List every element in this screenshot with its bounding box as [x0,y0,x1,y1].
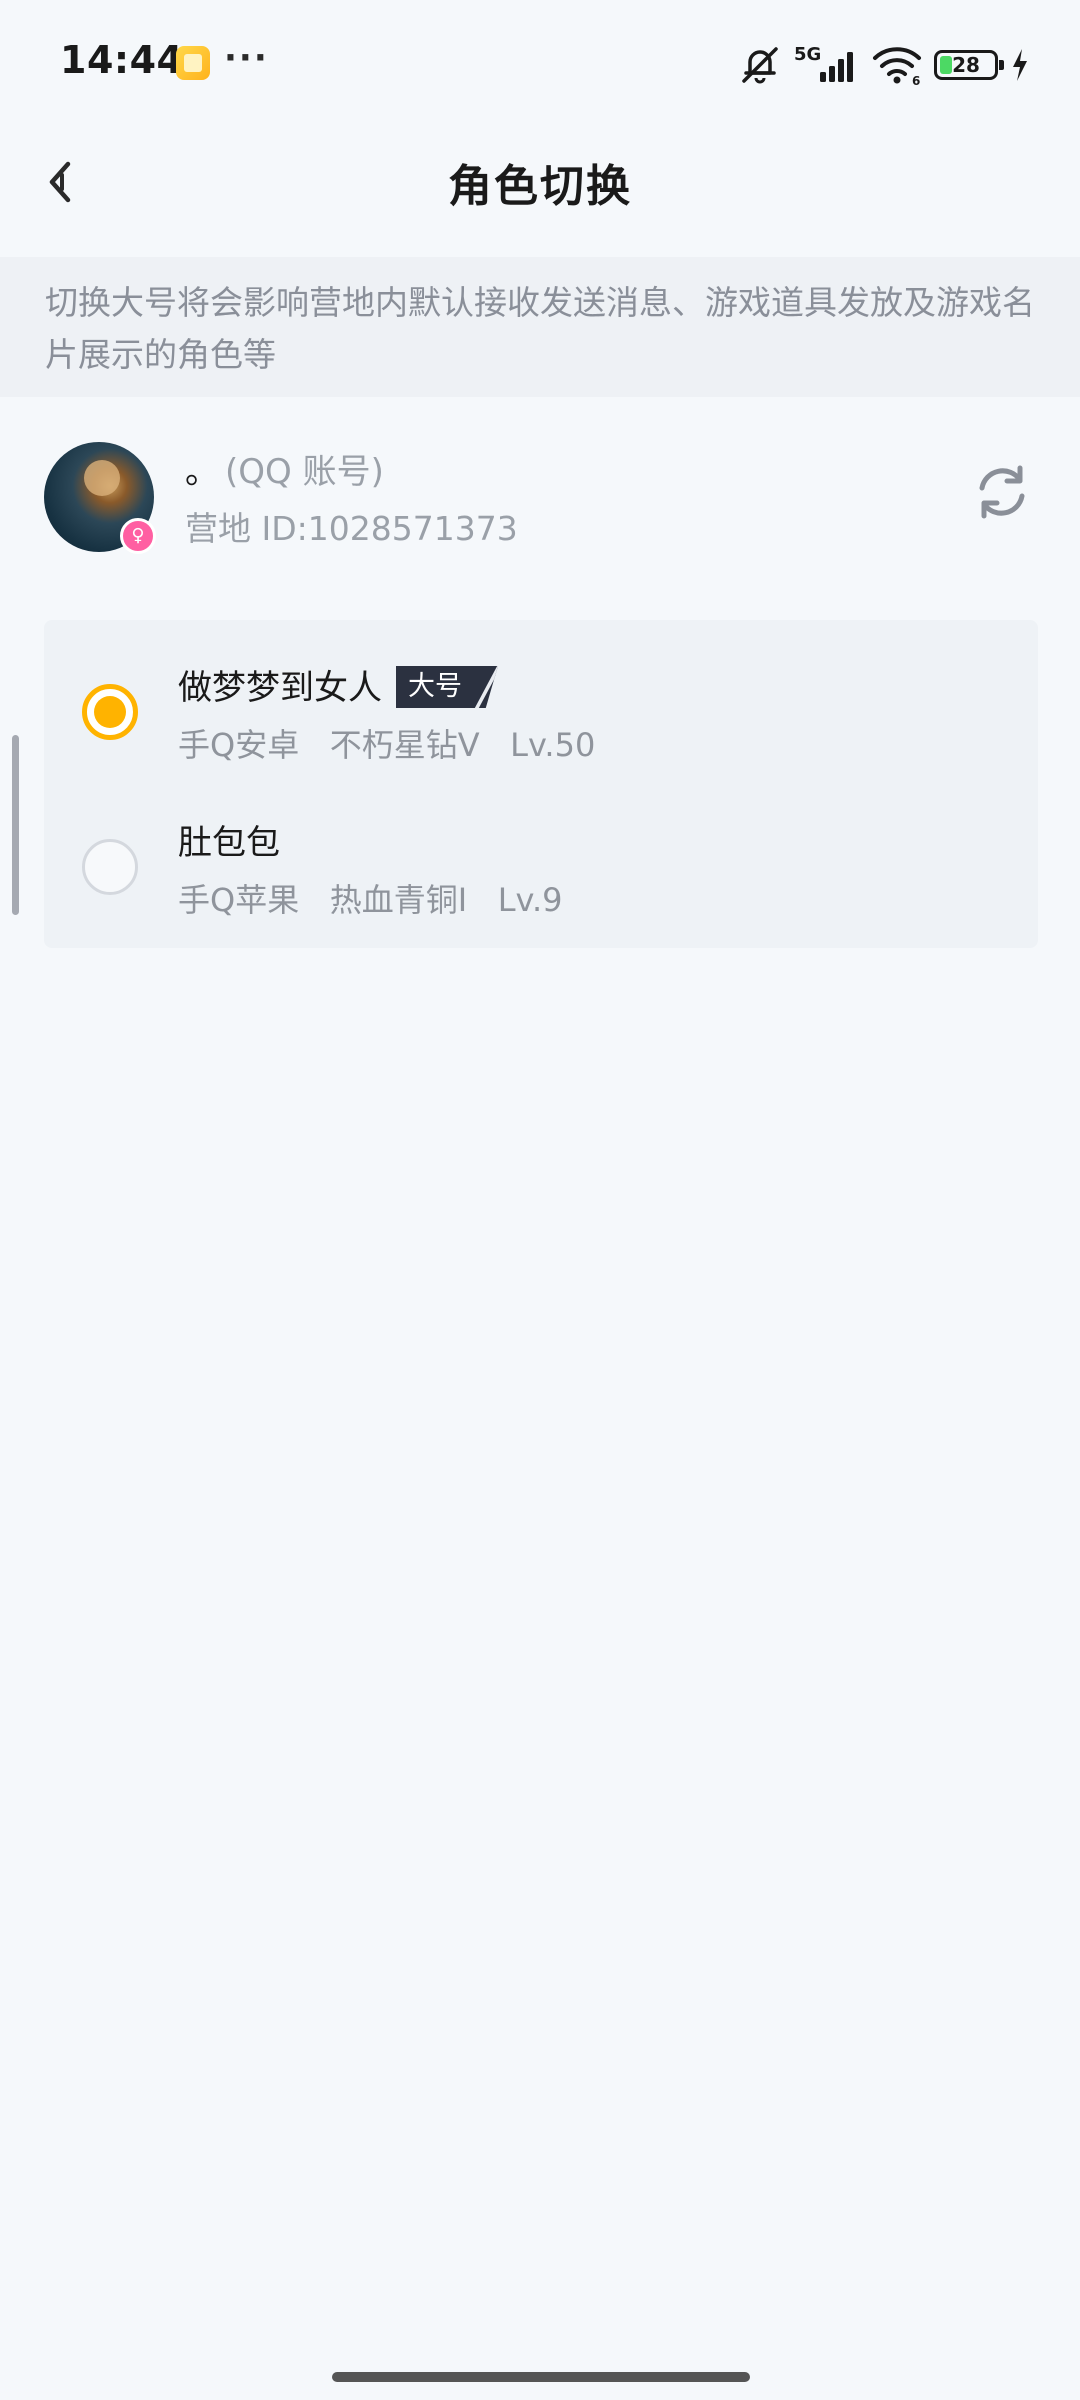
role-list: 做梦梦到女人 大号 手Q安卓 不朽星钻V Lv.50 肚包包 手Q苹果 热血青铜I… [44,620,1038,948]
mute-icon [742,47,778,84]
role-details: 手Q苹果 热血青铜I Lv.9 [178,875,563,921]
wifi-icon: 6 [873,47,921,86]
role-level: Lv.9 [497,881,563,919]
role-name: 肚包包 [178,815,280,864]
charging-icon [1013,49,1027,81]
role-rank: 不朽星钻V [329,726,480,764]
page-title: 角色切换 [448,161,632,212]
list-item-role-1[interactable]: 做梦梦到女人 大号 手Q安卓 不朽星钻V Lv.50 [44,640,1038,790]
status-time: 14:44 [60,38,184,82]
svg-text:6: 6 [912,74,920,86]
role-name-text: 做梦梦到女人 [178,668,382,708]
nav-header: 角色切换 [0,130,1080,255]
list-item-role-2[interactable]: 肚包包 手Q苹果 热血青铜I Lv.9 [44,795,1038,945]
role-platform: 手Q安卓 [178,726,300,764]
switch-notice: 切换大号将会影响营地内默认接收发送消息、游戏道具发放及游戏名片展示的角色等 [0,257,1080,397]
account-name: 。 (QQ 账号) [185,444,384,493]
account-type-tag: (QQ 账号) [225,452,384,492]
more-notifications-icon: ··· [224,38,269,78]
radio-unselected[interactable] [82,839,138,895]
account-nickname: 。 [185,452,219,492]
home-indicator[interactable] [332,2372,750,2382]
battery-percent: 28 [952,53,980,77]
role-level: Lv.50 [510,726,596,764]
status-bar: 14:44 ··· 5G 6 28 [0,0,1080,130]
status-icons: 5G 6 28 [738,40,1030,90]
account-row: ♀ 。 (QQ 账号) 营地 ID:1028571373 [0,430,1080,570]
main-account-badge: 大号 [396,666,498,708]
signal-icon: 5G [794,44,860,86]
camp-id: 营地 ID:1028571373 [185,509,518,548]
radio-selected[interactable] [82,684,138,740]
refresh-button[interactable] [970,460,1034,524]
scroll-indicator[interactable] [12,735,19,915]
female-icon: ♀ [120,518,156,554]
role-switch-screen: 14:44 ··· 5G 6 28 角色切换 切换大号将会影响营地内默认接收发送… [0,0,1080,2400]
role-platform: 手Q苹果 [178,881,300,919]
role-details: 手Q安卓 不朽星钻V Lv.50 [178,720,595,766]
battery-icon: 28 [934,50,1004,80]
role-rank: 热血青铜I [329,881,468,919]
app-notification-icon [176,46,210,80]
role-name: 做梦梦到女人 大号 [178,660,498,712]
refresh-icon [979,465,1025,519]
role-name-text: 肚包包 [178,823,280,863]
